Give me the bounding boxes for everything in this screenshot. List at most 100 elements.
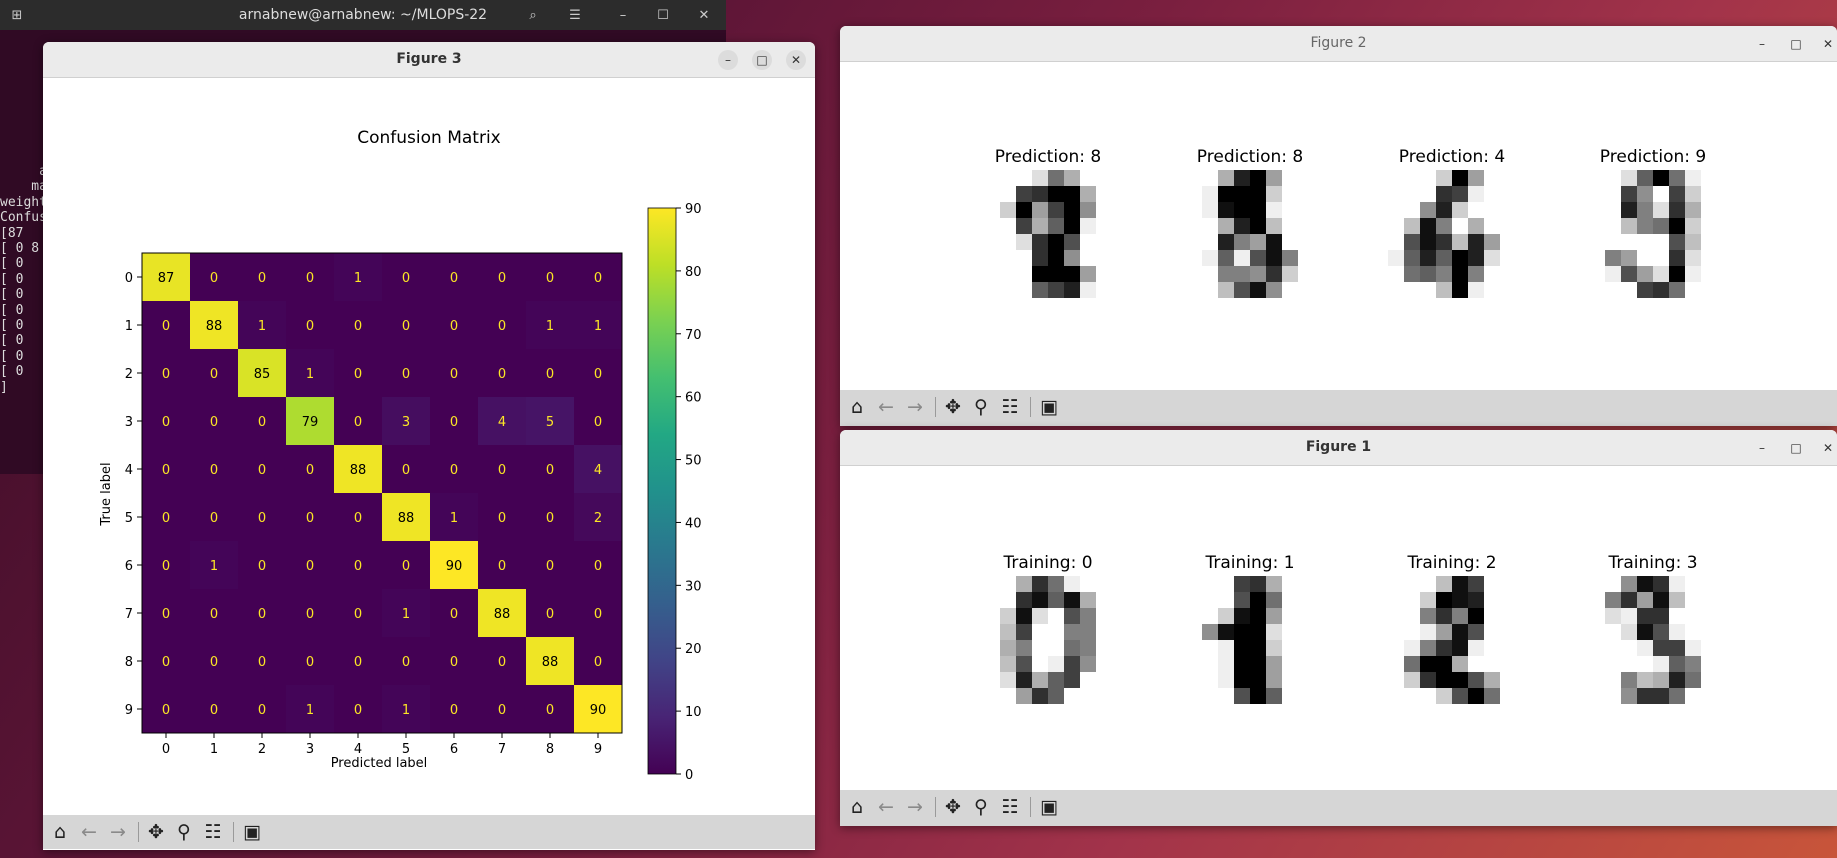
digit-pixel xyxy=(1032,624,1048,640)
colorbar-tick-label: 60 xyxy=(685,391,702,406)
figure3-titlebar[interactable]: Figure 3 – □ ✕ xyxy=(43,42,815,78)
x-tick-label: 8 xyxy=(546,742,554,757)
digit-pixel xyxy=(1653,234,1669,250)
pan-icon[interactable]: ✥ xyxy=(143,820,169,844)
digit-pixel xyxy=(1685,656,1701,672)
digit-pixel xyxy=(1653,266,1669,282)
minimize-icon[interactable]: – xyxy=(718,50,738,70)
digit-pixel xyxy=(1234,688,1250,704)
digit-pixel xyxy=(1452,266,1468,282)
maximize-icon[interactable]: ☐ xyxy=(652,5,674,25)
save-icon[interactable]: ▣ xyxy=(1036,395,1062,419)
digit-pixel xyxy=(1404,656,1420,672)
save-icon[interactable]: ▣ xyxy=(1036,795,1062,819)
maximize-icon[interactable]: □ xyxy=(1786,34,1806,54)
figure3-window[interactable]: Figure 3 – □ ✕ Confusion Matrix 87 0 0 0 1 0 0… xyxy=(43,42,815,850)
close-icon[interactable]: ✕ xyxy=(786,50,806,70)
digit-pixel xyxy=(1186,608,1202,624)
configure-subplots-icon[interactable]: ☷ xyxy=(997,395,1023,419)
cell-value: 0 xyxy=(354,559,362,574)
digit-pixel xyxy=(1468,218,1484,234)
chart-title: Confusion Matrix xyxy=(357,128,501,148)
digit-pixel xyxy=(1080,250,1096,266)
digit-pixel xyxy=(984,186,1000,202)
digit-pixel xyxy=(984,624,1000,640)
digit-pixel xyxy=(1096,592,1112,608)
back-icon[interactable]: ← xyxy=(76,820,102,844)
figure2-window[interactable]: Figure 2 – □ ✕ Prediction: 8 Prediction: … xyxy=(840,26,1837,426)
digit-pixel xyxy=(1032,234,1048,250)
digit-pixel xyxy=(1096,170,1112,186)
panel-title: Prediction: 9 xyxy=(1600,147,1706,167)
digit-pixel xyxy=(1186,576,1202,592)
forward-icon[interactable]: → xyxy=(902,795,928,819)
configure-subplots-icon[interactable]: ☷ xyxy=(997,795,1023,819)
digit-pixel xyxy=(1500,202,1516,218)
zoom-icon[interactable]: ⚲ xyxy=(171,820,197,844)
digit-pixel xyxy=(1404,576,1420,592)
figure1-plot[interactable]: Training: 0 Training: 1 Training: 2 Trainin… xyxy=(840,466,1837,790)
minimize-icon[interactable]: – xyxy=(612,5,634,25)
digit-pixel xyxy=(1048,218,1064,234)
maximize-icon[interactable]: □ xyxy=(752,50,772,70)
minimize-icon[interactable]: – xyxy=(1752,34,1772,54)
digit-pixel xyxy=(1637,266,1653,282)
digit-pixel xyxy=(1685,592,1701,608)
close-icon[interactable]: ✕ xyxy=(1818,34,1837,54)
close-icon[interactable]: ✕ xyxy=(693,5,715,25)
digit-pixel xyxy=(1282,640,1298,656)
x-tick-label: 0 xyxy=(162,742,170,757)
home-icon[interactable]: ⌂ xyxy=(844,795,870,819)
digit-pixel xyxy=(1701,592,1717,608)
digit-pixel xyxy=(1637,624,1653,640)
digit-pixel xyxy=(1452,170,1468,186)
digit-pixel xyxy=(1589,266,1605,282)
cell-value: 0 xyxy=(258,463,266,478)
home-icon[interactable]: ⌂ xyxy=(47,820,73,844)
figure2-titlebar[interactable]: Figure 2 – □ ✕ xyxy=(840,26,1837,62)
figure1-titlebar[interactable]: Figure 1 – □ ✕ xyxy=(840,430,1837,466)
digit-pixel xyxy=(1016,170,1032,186)
confusion-matrix-plot[interactable]: Confusion Matrix 87 0 0 0 1 0 0 0 0 00 88 1 0 0 0 0 0 1 10… xyxy=(43,78,815,814)
save-icon[interactable]: ▣ xyxy=(239,820,265,844)
digit-pixel xyxy=(1669,672,1685,688)
pan-icon[interactable]: ✥ xyxy=(940,795,966,819)
configure-subplots-icon[interactable]: ☷ xyxy=(200,820,226,844)
back-icon[interactable]: ← xyxy=(873,795,899,819)
digit-pixel xyxy=(1388,202,1404,218)
search-icon[interactable]: ⌕ xyxy=(522,5,544,25)
digit-pixel xyxy=(1468,688,1484,704)
terminal-titlebar[interactable]: ⊞ arnabnew@arnabnew: ~/MLOPS-22 ⌕ ☰ – ☐ … xyxy=(0,0,726,30)
digit-pixel xyxy=(1436,266,1452,282)
digit-pixel xyxy=(1000,672,1016,688)
zoom-icon[interactable]: ⚲ xyxy=(968,395,994,419)
digit-pixel xyxy=(1266,640,1282,656)
digit-pixel xyxy=(1202,218,1218,234)
forward-icon[interactable]: → xyxy=(105,820,131,844)
figure2-plot[interactable]: Prediction: 8 Prediction: 8 Prediction: 4 P… xyxy=(840,62,1837,389)
close-icon[interactable]: ✕ xyxy=(1818,438,1837,458)
figure1-window[interactable]: Figure 1 – □ ✕ Training: 0 Training: 1 Tra… xyxy=(840,430,1837,826)
pan-icon[interactable]: ✥ xyxy=(940,395,966,419)
digit-pixel xyxy=(1096,608,1112,624)
digit-pixel xyxy=(1500,640,1516,656)
menu-icon[interactable]: ☰ xyxy=(564,5,586,25)
digit-pixel xyxy=(1436,202,1452,218)
digit-pixel xyxy=(1282,202,1298,218)
maximize-icon[interactable]: □ xyxy=(1786,438,1806,458)
digit-pixel xyxy=(1621,608,1637,624)
back-icon[interactable]: ← xyxy=(873,395,899,419)
minimize-icon[interactable]: – xyxy=(1752,438,1772,458)
digit-pixel xyxy=(1064,592,1080,608)
digit-pixel xyxy=(1250,608,1266,624)
digit-pixel xyxy=(1701,608,1717,624)
cell-value: 0 xyxy=(594,271,602,286)
home-icon[interactable]: ⌂ xyxy=(844,395,870,419)
digit-pixel xyxy=(1218,250,1234,266)
digit-pixel xyxy=(1637,576,1653,592)
digit-pixel xyxy=(1064,186,1080,202)
zoom-icon[interactable]: ⚲ xyxy=(968,795,994,819)
digit-pixel xyxy=(1468,592,1484,608)
digit-pixel xyxy=(1621,624,1637,640)
forward-icon[interactable]: → xyxy=(902,395,928,419)
